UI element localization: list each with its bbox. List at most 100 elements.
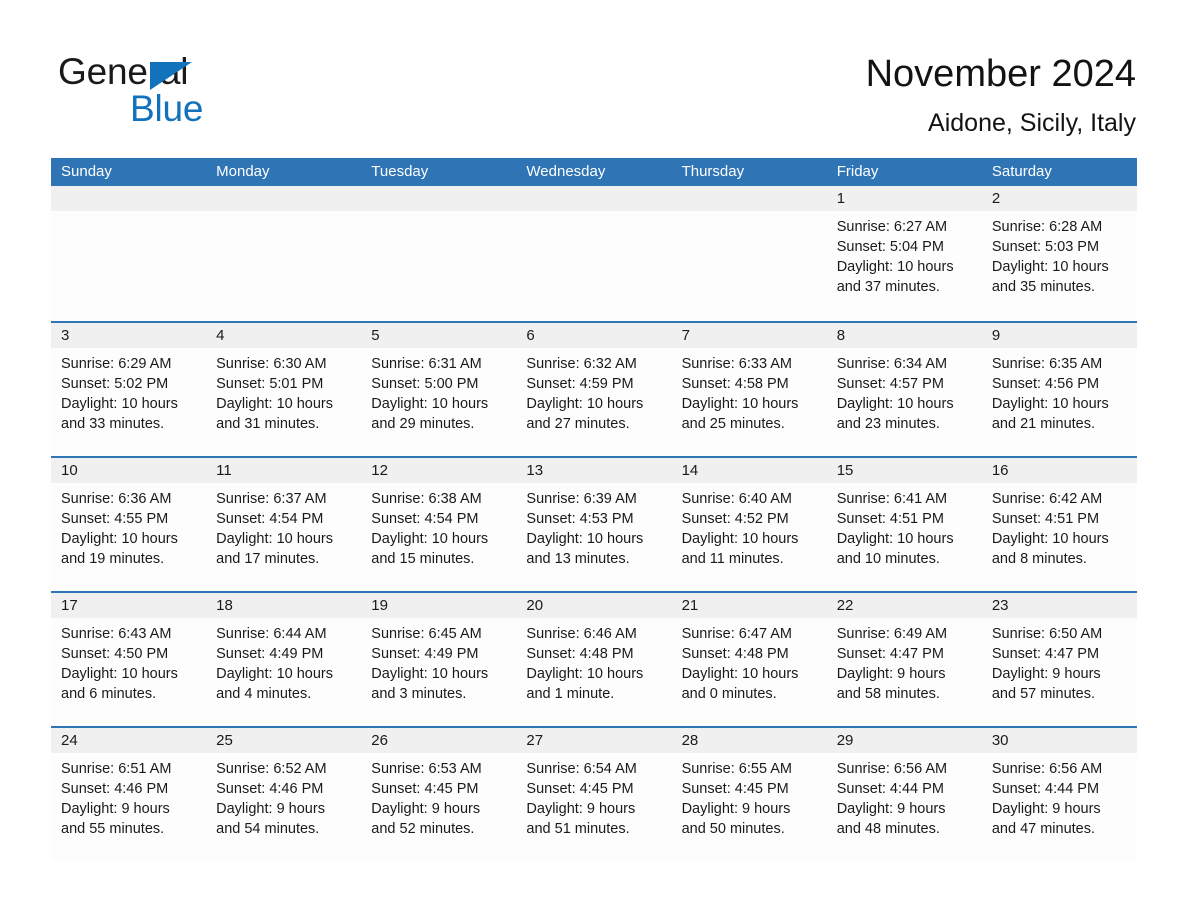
day-details: Sunrise: 6:38 AM Sunset: 4:54 PM Dayligh…: [361, 483, 516, 569]
day-cell[interactable]: 17 Sunrise: 6:43 AM Sunset: 4:50 PM Dayl…: [51, 593, 207, 726]
day-cell[interactable]: 30 Sunrise: 6:56 AM Sunset: 4:44 PM Dayl…: [981, 728, 1137, 861]
day-cell[interactable]: 5 Sunrise: 6:31 AM Sunset: 5:00 PM Dayli…: [361, 323, 517, 456]
sunset-text: Sunset: 4:45 PM: [681, 781, 789, 797]
day-cell[interactable]: 2 Sunrise: 6:28 AM Sunset: 5:03 PM Dayli…: [981, 186, 1137, 321]
day-number: 15: [836, 462, 854, 479]
logo-triangle-icon: [150, 62, 192, 90]
day-cell[interactable]: 8 Sunrise: 6:34 AM Sunset: 4:57 PM Dayli…: [826, 323, 982, 456]
daylight-text-line2: and 3 minutes.: [371, 686, 467, 702]
day-number-strip: 15: [826, 458, 982, 483]
daylight-text-line1: Daylight: 10 hours: [991, 396, 1109, 412]
sunset-text: Sunset: 4:49 PM: [371, 646, 479, 662]
daylight-text-line1: Daylight: 10 hours: [371, 666, 489, 682]
week-row: 10 Sunrise: 6:36 AM Sunset: 4:55 PM Dayl…: [51, 456, 1137, 591]
day-number-strip: 6: [516, 323, 672, 348]
weekday-header-saturday: Saturday: [991, 163, 1052, 180]
day-cell[interactable]: 21 Sunrise: 6:47 AM Sunset: 4:48 PM Dayl…: [671, 593, 827, 726]
day-cell[interactable]: 3 Sunrise: 6:29 AM Sunset: 5:02 PM Dayli…: [51, 323, 207, 456]
daylight-text-line1: Daylight: 10 hours: [216, 396, 334, 412]
day-number-strip: 8: [826, 323, 982, 348]
day-cell[interactable]: 10 Sunrise: 6:36 AM Sunset: 4:55 PM Dayl…: [51, 458, 207, 591]
day-cell[interactable]: 16 Sunrise: 6:42 AM Sunset: 4:51 PM Dayl…: [981, 458, 1137, 591]
day-number: 8: [836, 327, 846, 344]
sunset-text: Sunset: 4:59 PM: [526, 376, 634, 392]
day-number: 11: [216, 462, 232, 479]
day-cell[interactable]: 12 Sunrise: 6:38 AM Sunset: 4:54 PM Dayl…: [361, 458, 517, 591]
day-number: 13: [526, 462, 544, 479]
day-details: Sunrise: 6:45 AM Sunset: 4:49 PM Dayligh…: [361, 618, 516, 704]
day-cell[interactable]: 4 Sunrise: 6:30 AM Sunset: 5:01 PM Dayli…: [206, 323, 362, 456]
day-cell[interactable]: 29 Sunrise: 6:56 AM Sunset: 4:44 PM Dayl…: [826, 728, 982, 861]
sunset-text: Sunset: 5:03 PM: [991, 239, 1100, 255]
day-cell[interactable]: 27 Sunrise: 6:54 AM Sunset: 4:45 PM Dayl…: [516, 728, 672, 861]
day-cell[interactable]: 14 Sunrise: 6:40 AM Sunset: 4:52 PM Dayl…: [671, 458, 827, 591]
sunset-text: Sunset: 4:44 PM: [836, 781, 944, 797]
day-cell[interactable]: 13 Sunrise: 6:39 AM Sunset: 4:53 PM Dayl…: [516, 458, 672, 591]
sunset-text: Sunset: 5:01 PM: [216, 376, 324, 392]
sunrise-text: Sunrise: 6:37 AM: [216, 491, 327, 507]
sunrise-text: Sunrise: 6:39 AM: [526, 491, 637, 507]
day-details: Sunrise: 6:33 AM Sunset: 4:58 PM Dayligh…: [672, 348, 827, 434]
daylight-text-line2: and 54 minutes.: [216, 821, 320, 837]
day-cell[interactable]: 18 Sunrise: 6:44 AM Sunset: 4:49 PM Dayl…: [206, 593, 362, 726]
day-number: 26: [371, 732, 388, 749]
day-number: 30: [991, 732, 1009, 749]
sunrise-text: Sunrise: 6:56 AM: [836, 761, 948, 777]
day-cell[interactable]: 25 Sunrise: 6:52 AM Sunset: 4:46 PM Dayl…: [206, 728, 362, 861]
sunrise-text: Sunrise: 6:31 AM: [371, 356, 482, 372]
day-cell[interactable]: 24 Sunrise: 6:51 AM Sunset: 4:46 PM Dayl…: [51, 728, 207, 861]
daylight-text-line2: and 6 minutes.: [61, 686, 157, 702]
day-number-strip: 4: [206, 323, 362, 348]
day-number: 6: [526, 327, 535, 344]
sunrise-text: Sunrise: 6:50 AM: [991, 626, 1103, 642]
day-cell[interactable]: 22 Sunrise: 6:49 AM Sunset: 4:47 PM Dayl…: [826, 593, 982, 726]
week-row: 24 Sunrise: 6:51 AM Sunset: 4:46 PM Dayl…: [51, 726, 1137, 861]
daylight-text-line2: and 0 minutes.: [681, 686, 777, 702]
day-number-strip: 23: [981, 593, 1137, 618]
day-number-strip: 3: [51, 323, 207, 348]
sunset-text: Sunset: 4:54 PM: [216, 511, 324, 527]
sunset-text: Sunset: 4:47 PM: [991, 646, 1100, 662]
sunset-text: Sunset: 5:02 PM: [61, 376, 169, 392]
day-details: Sunrise: 6:55 AM Sunset: 4:45 PM Dayligh…: [672, 753, 827, 839]
sunset-text: Sunset: 5:04 PM: [836, 239, 944, 255]
sunset-text: Sunset: 4:52 PM: [681, 511, 789, 527]
day-cell[interactable]: 26 Sunrise: 6:53 AM Sunset: 4:45 PM Dayl…: [361, 728, 517, 861]
day-cell[interactable]: 6 Sunrise: 6:32 AM Sunset: 4:59 PM Dayli…: [516, 323, 672, 456]
sunset-text: Sunset: 4:57 PM: [836, 376, 944, 392]
day-cell[interactable]: 19 Sunrise: 6:45 AM Sunset: 4:49 PM Dayl…: [361, 593, 517, 726]
daylight-text-line1: Daylight: 10 hours: [836, 396, 954, 412]
day-cell[interactable]: 1 Sunrise: 6:27 AM Sunset: 5:04 PM Dayli…: [826, 186, 982, 321]
day-cell[interactable]: 28 Sunrise: 6:55 AM Sunset: 4:45 PM Dayl…: [671, 728, 827, 861]
day-cell[interactable]: 15 Sunrise: 6:41 AM Sunset: 4:51 PM Dayl…: [826, 458, 982, 591]
daylight-text-line2: and 47 minutes.: [991, 821, 1096, 837]
day-cell[interactable]: [516, 186, 672, 321]
day-details: Sunrise: 6:39 AM Sunset: 4:53 PM Dayligh…: [516, 483, 671, 569]
day-cell[interactable]: 20 Sunrise: 6:46 AM Sunset: 4:48 PM Dayl…: [516, 593, 672, 726]
sunrise-text: Sunrise: 6:47 AM: [681, 626, 792, 642]
day-cell[interactable]: 7 Sunrise: 6:33 AM Sunset: 4:58 PM Dayli…: [671, 323, 827, 456]
daylight-text-line2: and 33 minutes.: [61, 416, 165, 432]
day-cell[interactable]: 9 Sunrise: 6:35 AM Sunset: 4:56 PM Dayli…: [981, 323, 1137, 456]
day-cell[interactable]: 23 Sunrise: 6:50 AM Sunset: 4:47 PM Dayl…: [981, 593, 1137, 726]
day-details: Sunrise: 6:46 AM Sunset: 4:48 PM Dayligh…: [516, 618, 671, 704]
day-number-strip: 17: [51, 593, 207, 618]
sunset-text: Sunset: 4:47 PM: [836, 646, 944, 662]
daylight-text-line2: and 50 minutes.: [681, 821, 785, 837]
day-cell[interactable]: [671, 186, 827, 321]
day-number-strip: 13: [516, 458, 672, 483]
day-number-strip: 20: [516, 593, 672, 618]
day-cell[interactable]: [361, 186, 517, 321]
daylight-text-line2: and 10 minutes.: [836, 551, 940, 567]
sunrise-text: Sunrise: 6:46 AM: [526, 626, 637, 642]
day-cell[interactable]: 11 Sunrise: 6:37 AM Sunset: 4:54 PM Dayl…: [206, 458, 362, 591]
weekday-header-friday: Friday: [836, 163, 879, 180]
daylight-text-line1: Daylight: 10 hours: [61, 531, 178, 547]
day-number-strip: 27: [516, 728, 672, 753]
sunrise-text: Sunrise: 6:29 AM: [61, 356, 172, 372]
day-number-strip: 19: [361, 593, 517, 618]
day-cell[interactable]: [206, 186, 362, 321]
sunrise-text: Sunrise: 6:36 AM: [61, 491, 172, 507]
general-blue-logo[interactable]: General Blue: [58, 52, 378, 132]
day-cell[interactable]: [51, 186, 207, 321]
